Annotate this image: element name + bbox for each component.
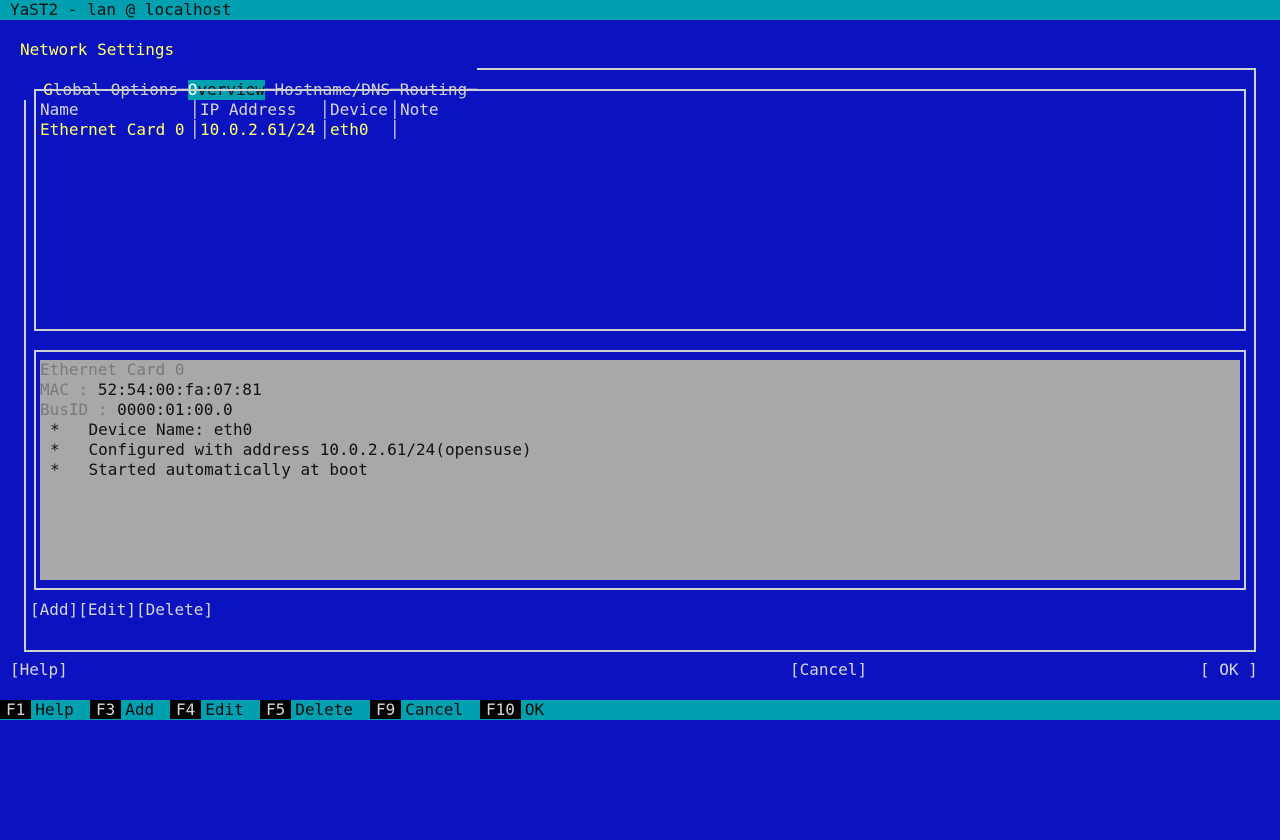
bullet-started: Started automatically at boot <box>88 460 368 479</box>
details-title: Ethernet Card 0 <box>40 360 185 379</box>
cancel-button[interactable]: [Cancel] <box>790 660 867 680</box>
fkey-cancel[interactable]: F9 Cancel <box>370 700 463 720</box>
table-header-row: Name <box>40 100 79 120</box>
column-divider: │ <box>390 100 400 119</box>
col-header-device[interactable]: Device <box>330 100 388 120</box>
mac-label: MAC <box>40 380 69 399</box>
fkey-add[interactable]: F3 Add <box>90 700 154 720</box>
busid-value: 0000:01:00.0 <box>117 400 233 419</box>
ok-button[interactable]: [ OK ] <box>1200 660 1258 680</box>
help-button[interactable]: [Help] <box>10 660 68 680</box>
mac-value: 52:54:00:fa:07:81 <box>97 380 262 399</box>
bullet-configured: Configured with address 10.0.2.61/24(ope… <box>88 440 532 459</box>
col-header-note[interactable]: Note <box>400 100 439 120</box>
fkey-ok[interactable]: F10 OK <box>480 700 544 720</box>
details-bullet: * Started automatically at boot <box>50 460 368 479</box>
function-key-bar: F1 Help F3 Add F4 Edit F5 Delete F9 Cancel F1… <box>0 700 1280 720</box>
details-busid: BusID : 0000:01:00.0 <box>40 400 233 419</box>
row-name: Ethernet Card 0 <box>40 120 185 139</box>
column-divider: │ <box>190 120 200 139</box>
window-title: YaST2 - lan @ localhost <box>0 0 1280 20</box>
fkey-help[interactable]: F1 Help <box>0 700 74 720</box>
col-header-name[interactable]: Name <box>40 100 79 119</box>
details-bullet: * Device Name: eth0 <box>50 420 253 439</box>
column-divider: │ <box>320 100 330 119</box>
column-divider: │ <box>390 120 400 139</box>
row-device: eth0 <box>330 120 369 139</box>
fkey-delete[interactable]: F5 Delete <box>260 700 353 720</box>
dialog-title: Network Settings <box>20 40 175 59</box>
busid-label: BusID <box>40 400 89 419</box>
edit-button[interactable]: [Edit] <box>78 600 136 619</box>
add-button[interactable]: [Add] <box>30 600 78 619</box>
bullet-device-name: Device Name: eth0 <box>88 420 253 439</box>
details-bullet: * Configured with address 10.0.2.61/24(o… <box>50 440 532 459</box>
details-mac: MAC : 52:54:00:fa:07:81 <box>40 380 262 399</box>
action-buttons: [Add][Edit][Delete] <box>30 600 213 620</box>
column-divider: │ <box>190 100 200 119</box>
fkey-edit[interactable]: F4 Edit <box>170 700 244 720</box>
row-ip: 10.0.2.61/24 <box>200 120 316 139</box>
delete-button[interactable]: [Delete] <box>136 600 213 619</box>
col-header-ip[interactable]: IP Address <box>200 100 296 120</box>
column-divider: │ <box>320 120 330 139</box>
